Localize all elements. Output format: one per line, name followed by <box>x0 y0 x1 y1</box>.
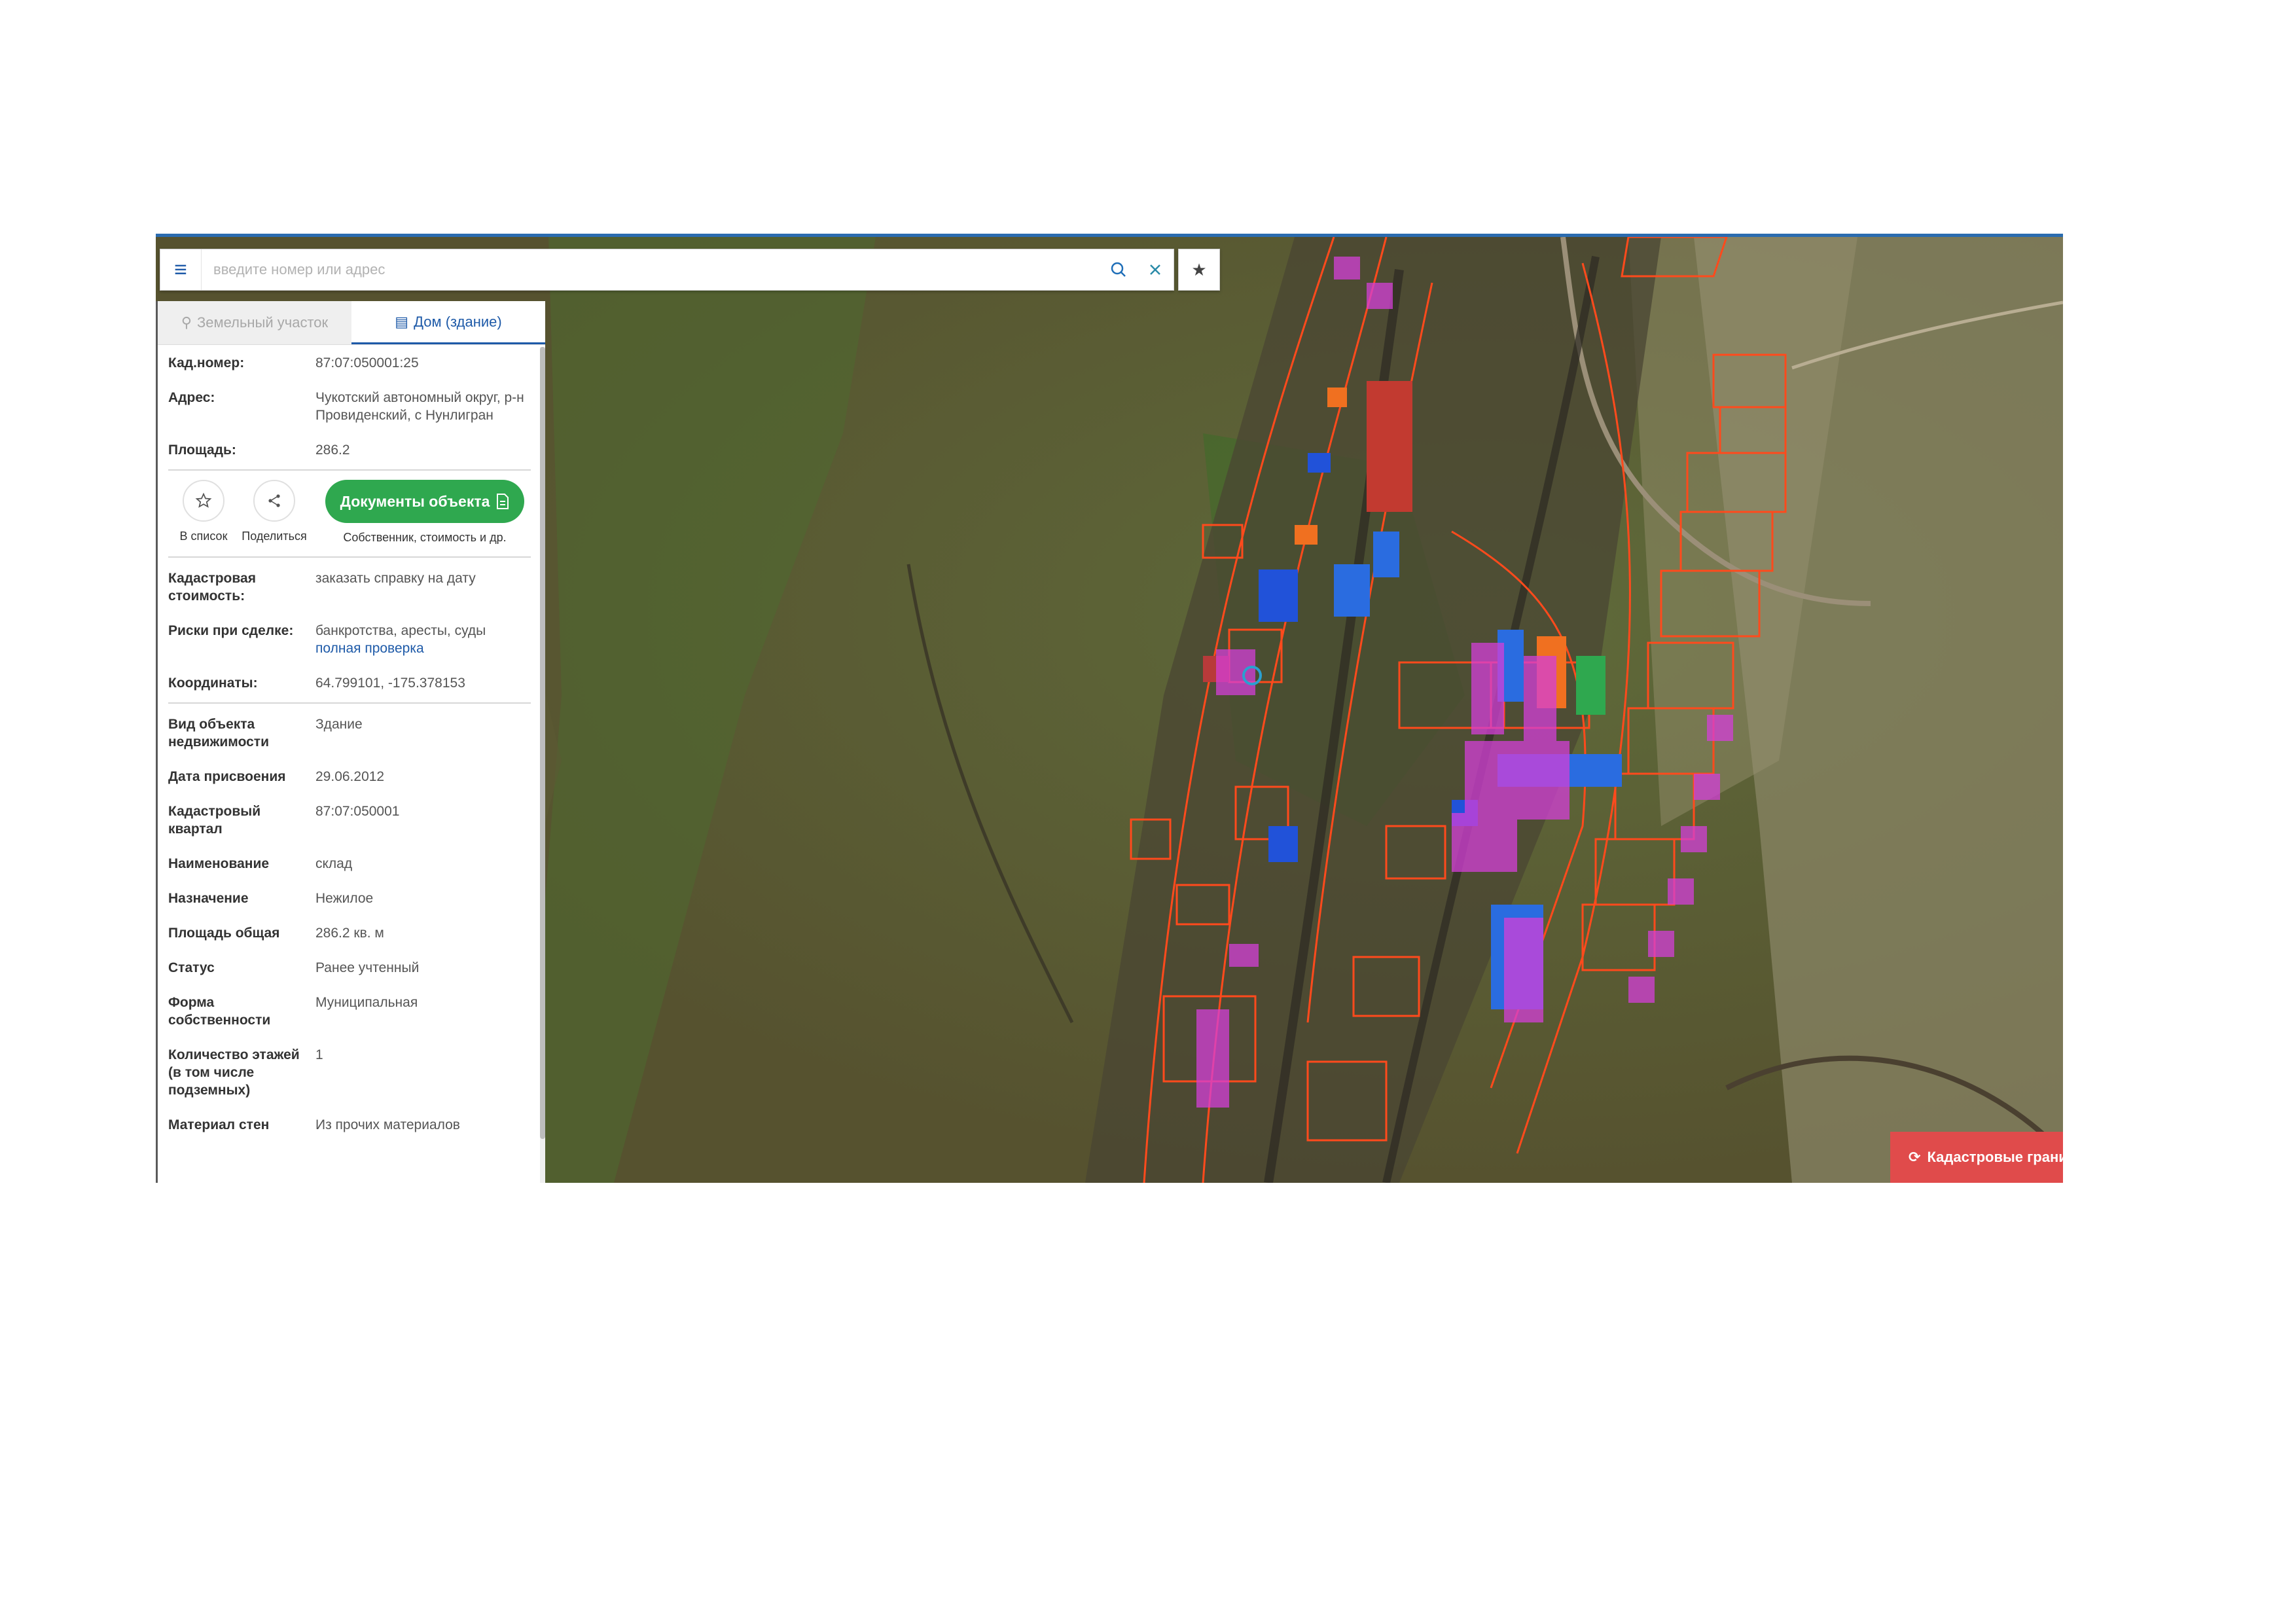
scrollbar-thumb[interactable] <box>540 347 545 1139</box>
property-row: Кадастровый квартал 87:07:050001 <box>168 804 400 837</box>
close-icon <box>1150 264 1160 275</box>
cad-number-row: Кад.номер: 87:07:050001:25 <box>168 345 531 380</box>
order-certificate-link[interactable]: заказать справку на дату <box>315 569 531 605</box>
area-row: Площадь: 286.2 <box>168 442 350 458</box>
property-row: Назначение Нежилое <box>168 891 374 906</box>
object-tabs: ⚲ Земельный участок ▤ Дом (здание) <box>158 301 545 345</box>
divider <box>168 702 531 704</box>
documents-action: Документы объекта Собственник, стоимость… <box>325 480 524 545</box>
cadastral-borders-button[interactable]: ⟳ Кадастровые грани <box>1890 1132 2063 1183</box>
tab-land-plot[interactable]: ⚲ Земельный участок <box>158 301 351 344</box>
share-icon <box>268 494 280 507</box>
property-row: Дата присвоения 29.06.2012 <box>168 769 385 784</box>
object-info-panel: ⚲ Земельный участок ▤ Дом (здание) Кад.н… <box>156 301 545 1183</box>
cad-number-link[interactable]: 87:07:050001:25 <box>315 354 531 372</box>
property-row: Материал стен Из прочих материалов <box>168 1117 460 1132</box>
building-icon: ▤ <box>395 313 409 330</box>
clear-search-button[interactable] <box>1137 251 1174 288</box>
coordinates-row: Координаты: 64.799101, -175.378153 <box>168 676 465 691</box>
menu-icon: ≡ <box>174 257 187 282</box>
document-icon <box>497 494 509 509</box>
property-row: Площадь общая 286.2 кв. м <box>168 926 384 941</box>
share-button[interactable] <box>253 480 295 522</box>
property-row: Наименование склад <box>168 856 353 871</box>
search-icon <box>1111 262 1126 277</box>
add-to-list-action: В список <box>168 480 239 543</box>
risks-row: Риски при сделке: банкротства, аресты, с… <box>168 613 531 665</box>
property-row: Вид объекта недвижимости Здание <box>168 717 363 749</box>
search-bar: ≡ <box>160 249 1174 291</box>
refresh-icon: ⟳ <box>1909 1149 1921 1165</box>
star-icon: ★ <box>1191 259 1207 280</box>
search-input[interactable] <box>202 251 1100 288</box>
divider <box>168 556 531 558</box>
land-plot-icon: ⚲ <box>181 314 192 331</box>
full-check-link[interactable]: полная проверка <box>315 640 531 657</box>
property-row: Форма собственности Муниципальная <box>168 995 418 1028</box>
star-outline-icon <box>195 492 212 508</box>
tab-building[interactable]: ▤ Дом (здание) <box>351 301 545 344</box>
documents-button[interactable]: Документы объекта <box>325 480 524 523</box>
cadastral-map-app: ≡ ★ ⚲ Земельный участок ▤ Дом ( <box>156 234 2063 1183</box>
search-button[interactable] <box>1100 251 1137 288</box>
divider <box>168 469 531 471</box>
favorites-button[interactable]: ★ <box>1178 249 1220 291</box>
menu-button[interactable]: ≡ <box>160 249 202 290</box>
cad-cost-row: Кадастровая стоимость: заказать справку … <box>168 560 531 613</box>
property-row: Количество этажей (в том числе подземных… <box>168 1047 323 1098</box>
property-row: Статус Ранее учтенный <box>168 960 420 975</box>
panel-scrollbar[interactable] <box>540 347 545 1183</box>
add-to-list-button[interactable] <box>183 480 224 522</box>
object-actions: В список Поделиться Документы объекта Со… <box>168 473 531 554</box>
share-action: Поделиться <box>239 480 310 543</box>
address-row: Адрес: Чукотский автономный округ, р-н П… <box>168 390 524 423</box>
